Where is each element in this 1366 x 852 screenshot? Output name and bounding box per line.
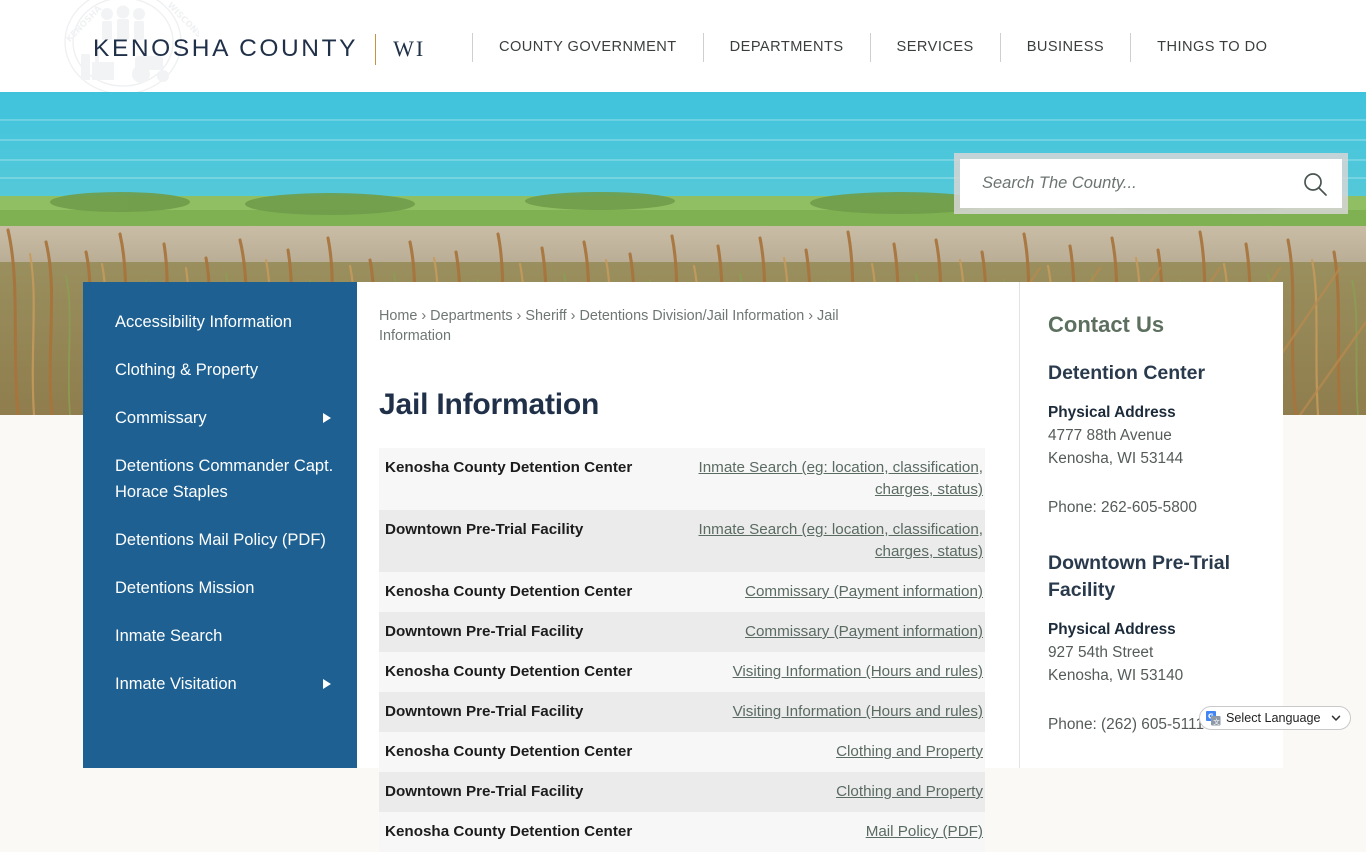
contact-block-detention-center: Detention Center Physical Address 4777 8…: [1048, 360, 1279, 519]
search-icon[interactable]: [1302, 171, 1328, 197]
row-link[interactable]: Commissary (Payment information): [685, 581, 985, 603]
sidebar-item-label: Inmate Visitation: [115, 675, 237, 693]
facility-heading: Downtown Pre-Trial Facility: [1048, 552, 1231, 601]
table-row: Kenosha County Detention Center Commissa…: [379, 572, 985, 612]
row-link[interactable]: Commissary (Payment information): [685, 621, 985, 643]
table-row: Kenosha County Detention Center Inmate S…: [379, 448, 985, 510]
table-row: Kenosha County Detention Center Mail Pol…: [379, 812, 985, 852]
sidebar-item-accessibility-information[interactable]: Accessibility Information: [83, 298, 357, 346]
breadcrumb[interactable]: Home › Departments › Sheriff › Detention…: [379, 306, 879, 346]
chevron-down-icon[interactable]: [1330, 712, 1342, 724]
address-line-2: Kenosha, WI 53144: [1048, 450, 1184, 467]
nav-item-county-government[interactable]: COUNTY GOVERNMENT: [473, 30, 703, 64]
language-selector[interactable]: G 文 Select Language: [1199, 706, 1351, 730]
search-bar: [954, 153, 1348, 214]
row-link[interactable]: Clothing and Property: [685, 741, 985, 763]
sidebar-item-clothing-property[interactable]: Clothing & Property: [83, 346, 357, 394]
row-link[interactable]: Inmate Search (eg: location, classificat…: [685, 519, 985, 563]
page-title: Jail Information: [379, 388, 600, 421]
table-row: Downtown Pre-Trial Facility Visiting Inf…: [379, 692, 985, 732]
google-translate-icon: G 文: [1206, 710, 1221, 725]
row-link[interactable]: Mail Policy (PDF): [685, 821, 985, 843]
address-label: Physical Address: [1048, 404, 1176, 421]
nav-item-business[interactable]: BUSINESS: [1001, 30, 1130, 64]
facility-heading: Detention Center: [1048, 362, 1206, 384]
sidebar-item-inmate-search[interactable]: Inmate Search: [83, 612, 357, 660]
facility-name: Downtown Pre-Trial Facility: [385, 623, 584, 640]
chevron-right-icon[interactable]: [323, 679, 335, 689]
row-link[interactable]: Visiting Information (Hours and rules): [685, 701, 985, 723]
chevron-right-icon[interactable]: [323, 413, 335, 423]
language-selector-label: Select Language: [1226, 711, 1321, 725]
main-content: Home › Departments › Sheriff › Detention…: [357, 282, 1019, 852]
brand-name: KENOSHA COUNTY: [93, 35, 359, 62]
brand-state: WI: [393, 36, 426, 61]
svg-text:文: 文: [1213, 716, 1220, 725]
nav-item-departments[interactable]: DEPARTMENTS: [704, 30, 870, 64]
sidebar-item-label: Inmate Search: [115, 627, 223, 645]
address-line-1: 4777 88th Avenue: [1048, 427, 1172, 444]
row-link[interactable]: Clothing and Property: [685, 781, 985, 803]
main-navigation: COUNTY GOVERNMENT DEPARTMENTS SERVICES B…: [472, 30, 1293, 64]
nav-item-services[interactable]: SERVICES: [871, 30, 1000, 64]
address-line-1: 927 54th Street: [1048, 644, 1154, 661]
sidebar-item-label: Detentions Mail Policy (PDF): [115, 531, 326, 549]
facility-name: Downtown Pre-Trial Facility: [385, 703, 584, 720]
sidebar-item-label: Commissary: [115, 409, 207, 427]
sidebar-item-label: Detentions Mission: [115, 579, 255, 597]
address-label: Physical Address: [1048, 621, 1176, 638]
search-input[interactable]: [982, 174, 1302, 193]
phone-number[interactable]: Phone: 262-605-5800: [1048, 496, 1279, 519]
facility-name: Downtown Pre-Trial Facility: [385, 521, 584, 538]
facility-name: Kenosha County Detention Center: [385, 663, 633, 680]
facility-name: Kenosha County Detention Center: [385, 743, 633, 760]
table-row: Kenosha County Detention Center Visiting…: [379, 652, 985, 692]
jail-information-table: Kenosha County Detention Center Inmate S…: [379, 448, 985, 852]
table-row: Downtown Pre-Trial Facility Inmate Searc…: [379, 510, 985, 572]
row-link[interactable]: Visiting Information (Hours and rules): [685, 661, 985, 683]
sidebar-item-detentions-mission[interactable]: Detentions Mission: [83, 564, 357, 612]
facility-name: Kenosha County Detention Center: [385, 583, 633, 600]
content-panel: Accessibility Information Clothing & Pro…: [83, 282, 1283, 852]
table-row: Downtown Pre-Trial Facility Clothing and…: [379, 772, 985, 812]
sidebar-item-label: Accessibility Information: [115, 313, 292, 331]
contact-sidebar: Contact Us Detention Center Physical Add…: [1019, 282, 1289, 768]
site-header: KENOSHA WISCONSIN KENOSHA COUNTY WI COUN…: [0, 0, 1366, 92]
sidebar-item-detentions-commander[interactable]: Detentions Commander Capt. Horace Staple…: [83, 442, 357, 516]
facility-name: Kenosha County Detention Center: [385, 823, 633, 840]
contact-heading: Contact Us: [1048, 312, 1165, 337]
row-link[interactable]: Inmate Search (eg: location, classificat…: [685, 457, 985, 501]
site-logo[interactable]: KENOSHA COUNTY WI: [93, 32, 425, 66]
sidebar-item-label: Detentions Commander Capt. Horace Staple…: [115, 457, 334, 501]
brand-divider: [375, 33, 377, 65]
table-row: Kenosha County Detention Center Clothing…: [379, 732, 985, 772]
sidebar-item-commissary[interactable]: Commissary: [83, 394, 357, 442]
table-row: Downtown Pre-Trial Facility Commissary (…: [379, 612, 985, 652]
facility-name: Kenosha County Detention Center: [385, 459, 633, 476]
sidebar-item-detentions-mail-policy[interactable]: Detentions Mail Policy (PDF): [83, 516, 357, 564]
search-box[interactable]: [960, 159, 1342, 208]
sidebar-item-label: Clothing & Property: [115, 361, 259, 379]
section-sidebar: Accessibility Information Clothing & Pro…: [83, 282, 357, 768]
address-line-2: Kenosha, WI 53140: [1048, 667, 1184, 684]
sidebar-item-inmate-visitation[interactable]: Inmate Visitation: [83, 660, 357, 708]
nav-item-things-to-do[interactable]: THINGS TO DO: [1131, 30, 1293, 64]
facility-name: Downtown Pre-Trial Facility: [385, 783, 584, 800]
